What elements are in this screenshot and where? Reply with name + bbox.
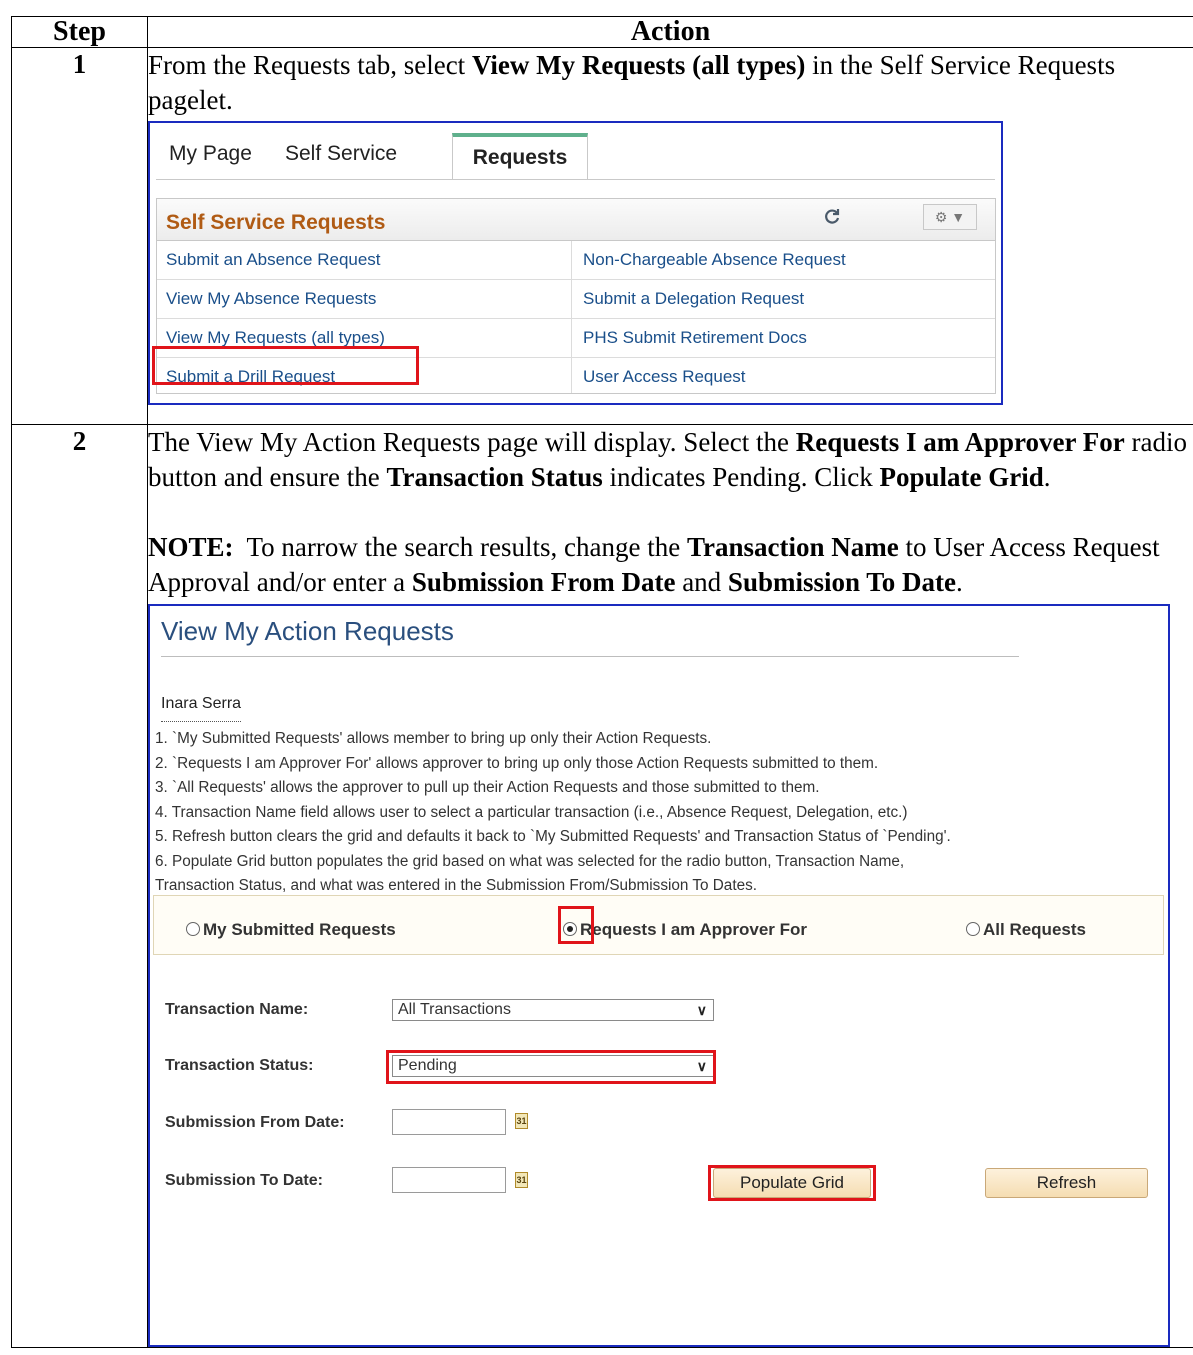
instruction-line: 4. Transaction Name field allows user to…	[155, 803, 908, 821]
title-divider	[161, 656, 1019, 657]
link-non-chargeable-absence[interactable]: Non-Chargeable Absence Request	[583, 241, 846, 279]
radio-circle	[966, 922, 980, 936]
chevron-down-icon: ▼	[951, 209, 966, 225]
tab-bar: My Page Self Service Requests	[156, 129, 995, 180]
radio-my-submitted[interactable]: My Submitted Requests	[186, 920, 396, 940]
to-date-label: Submission To Date:	[165, 1172, 323, 1189]
instruction-line: 2. `Requests I am Approver For' allows a…	[155, 754, 879, 772]
highlight-transaction-status	[386, 1050, 716, 1084]
instruction-line: 6. Populate Grid button populates the gr…	[155, 852, 905, 870]
step-note: NOTE: To narrow the search results, chan…	[148, 532, 1160, 597]
header-step: Step	[11, 16, 148, 48]
screenshot-self-service: My Page Self Service Requests Self Servi…	[148, 121, 1003, 405]
refresh-icon[interactable]	[823, 208, 841, 226]
request-filter-form: My Submitted Requests Requests I am Appr…	[148, 895, 1170, 1227]
pagelet-options-button[interactable]: ⚙ ▼	[923, 204, 977, 230]
refresh-button[interactable]: Refresh	[985, 1168, 1148, 1198]
page-title: View My Action Requests	[161, 616, 454, 646]
step-row-1: 1 From the Requests tab, select View My …	[11, 47, 1193, 425]
gear-icon: ⚙	[934, 209, 948, 225]
link-user-access-request[interactable]: User Access Request	[583, 358, 746, 396]
member-name[interactable]: Inara Serra	[161, 686, 242, 722]
tab-self-service[interactable]: Self Service	[285, 136, 397, 171]
header-row: Step Action	[11, 16, 1193, 48]
transaction-status-label: Transaction Status:	[165, 1057, 314, 1074]
header-action: Action	[147, 16, 1193, 48]
chevron-down-icon: ∨	[696, 1002, 707, 1018]
radio-approver-for[interactable]: Requests I am Approver For	[563, 920, 807, 940]
tab-requests[interactable]: Requests	[452, 133, 588, 179]
transaction-name-select[interactable]: All Transactions ∨	[392, 999, 714, 1021]
request-type-radio-group: My Submitted Requests Requests I am Appr…	[153, 895, 1164, 955]
calendar-icon[interactable]: 31	[515, 1172, 528, 1188]
calendar-icon[interactable]: 31	[515, 1113, 528, 1129]
step-instruction: The View My Action Requests page will di…	[148, 427, 1187, 492]
step-number: 1	[11, 47, 148, 425]
step-instruction: From the Requests tab, select View My Re…	[148, 50, 1116, 115]
radio-all-requests[interactable]: All Requests	[966, 920, 1086, 940]
step-number: 2	[11, 424, 148, 1348]
tab-my-page[interactable]: My Page	[169, 136, 252, 171]
highlight-view-my-requests	[152, 346, 419, 385]
pagelet-title: Self Service Requests	[166, 211, 386, 234]
step-action: From the Requests tab, select View My Re…	[147, 47, 1193, 425]
grid-row: View My Absence Requests Submit a Delega…	[157, 280, 995, 319]
from-date-label: Submission From Date:	[165, 1114, 345, 1131]
to-date-input[interactable]	[392, 1167, 506, 1193]
transaction-name-label: Transaction Name:	[165, 1001, 309, 1018]
link-phs-retirement-docs[interactable]: PHS Submit Retirement Docs	[583, 319, 807, 357]
highlight-populate-grid	[708, 1165, 876, 1201]
instruction-line: 5. Refresh button clears the grid and de…	[155, 828, 951, 845]
instruction-line: 1. `My Submitted Requests' allows member…	[155, 730, 712, 747]
radio-circle	[186, 922, 200, 936]
link-view-absence-requests[interactable]: View My Absence Requests	[166, 280, 376, 318]
instruction-line: 3. `All Requests' allows the approver to…	[155, 779, 820, 796]
grid-row: Submit an Absence Request Non-Chargeable…	[157, 241, 995, 280]
instructions-list: 1. `My Submitted Requests' allows member…	[155, 727, 1167, 899]
link-submit-delegation[interactable]: Submit a Delegation Request	[583, 280, 804, 318]
link-submit-absence[interactable]: Submit an Absence Request	[166, 241, 381, 279]
from-date-input[interactable]	[392, 1109, 506, 1135]
highlight-approver-radio	[558, 906, 594, 944]
pagelet-header: Self Service Requests ⚙ ▼	[157, 199, 995, 241]
